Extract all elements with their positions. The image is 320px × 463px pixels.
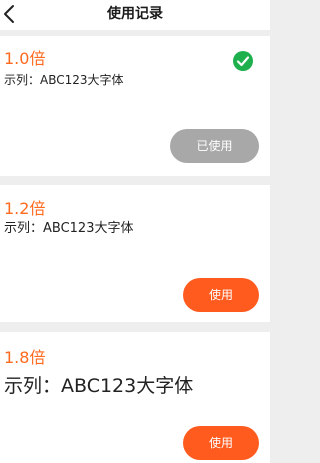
page-title: 使用记录 (107, 6, 163, 22)
record-card: 1.8倍 示列：ABC123大字体 使用 (0, 332, 270, 463)
example-text: 示列：ABC123大字体 (4, 73, 124, 87)
use-button[interactable]: 使用 (183, 426, 259, 460)
use-button[interactable]: 使用 (183, 278, 259, 312)
multiplier-label: 1.8倍 (4, 348, 46, 367)
multiplier-label: 1.0倍 (4, 49, 46, 68)
example-text: 示列：ABC123大字体 (4, 221, 134, 236)
record-card: 1.0倍 示列：ABC123大字体 已使用 (0, 36, 270, 176)
record-card: 1.2倍 示列：ABC123大字体 使用 (0, 185, 270, 322)
check-circle-icon (232, 50, 254, 72)
nav-bar: 使用记录 (0, 0, 270, 30)
used-button[interactable]: 已使用 (170, 129, 259, 163)
multiplier-label: 1.2倍 (4, 199, 46, 218)
example-text: 示列：ABC123大字体 (4, 375, 194, 397)
